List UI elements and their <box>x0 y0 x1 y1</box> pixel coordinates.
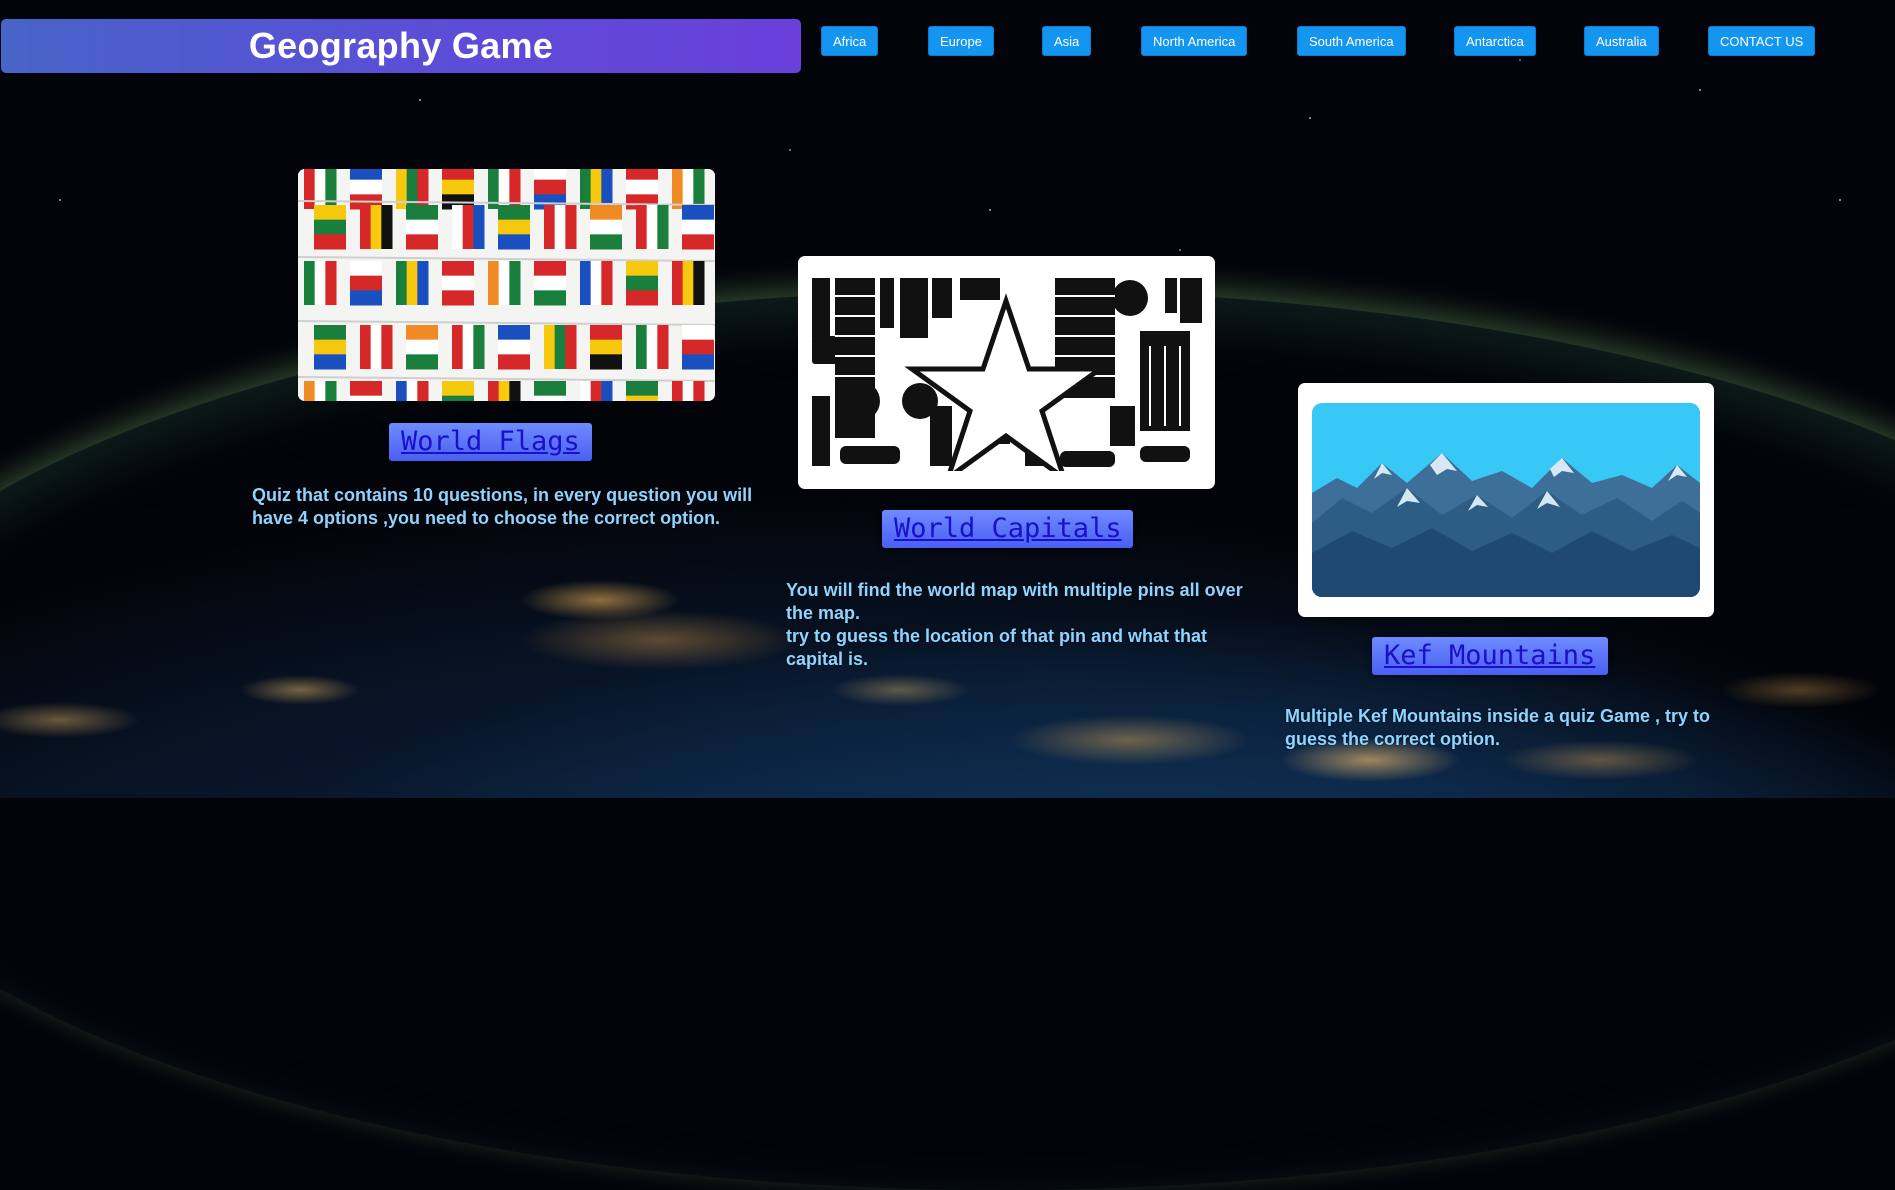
nav-north-america-button[interactable]: North America <box>1141 26 1248 56</box>
kef-mountains-description: Multiple Kef Mountains inside a quiz Gam… <box>1285 705 1725 751</box>
city-star-image[interactable] <box>798 256 1215 489</box>
city-star-icon <box>810 276 1203 485</box>
nav-south-america-button[interactable]: South America <box>1297 26 1406 56</box>
nav-europe-button[interactable]: Europe <box>928 26 994 56</box>
mountains-image[interactable] <box>1298 383 1714 617</box>
title-banner: Geography Game <box>1 19 801 73</box>
mountains-icon <box>1312 403 1700 597</box>
flags-icon <box>298 169 715 401</box>
world-flags-description: Quiz that contains 10 questions, in ever… <box>252 484 777 530</box>
nav-australia-button[interactable]: Australia <box>1584 26 1659 56</box>
nav-contact-us-button[interactable]: CONTACT US <box>1708 26 1816 56</box>
world-capitals-description-line-2: try to guess the location of that pin an… <box>786 626 1208 669</box>
kef-mountains-description-text: Multiple Kef Mountains inside a quiz Gam… <box>1285 706 1711 749</box>
nav-africa-button[interactable]: Africa <box>821 26 879 56</box>
nav-antarctica-button[interactable]: Antarctica <box>1454 26 1536 56</box>
page-title: Geography Game <box>248 25 554 66</box>
world-flags-description-text: Quiz that contains 10 questions, in ever… <box>252 485 753 528</box>
world-capitals-link[interactable]: World Capitals <box>882 510 1133 548</box>
world-capitals-description: You will find the world map with multipl… <box>786 579 1256 671</box>
world-capitals-description-line-1: You will find the world map with multipl… <box>786 580 1243 623</box>
flags-image[interactable] <box>298 169 715 401</box>
nav-asia-button[interactable]: Asia <box>1042 26 1092 56</box>
world-flags-link[interactable]: World Flags <box>389 423 592 461</box>
kef-mountains-link[interactable]: Kef Mountains <box>1372 637 1608 675</box>
